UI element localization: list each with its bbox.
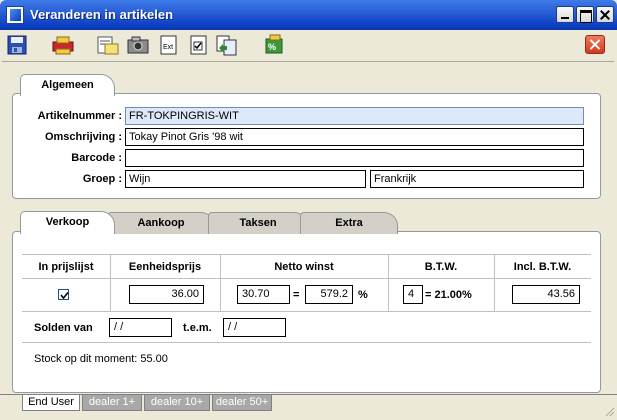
eenheidsprijs-field[interactable]: 36.00	[129, 285, 204, 304]
btw-rate: = 21.00%	[425, 289, 472, 301]
tab-algemeen[interactable]: Algemeen	[20, 74, 115, 96]
barcode-label: Barcode :	[71, 152, 122, 164]
grid-line	[22, 254, 591, 255]
tem-label: t.e.m.	[183, 322, 212, 334]
header-eenheidsprijs: Eenheidsprijs	[128, 261, 202, 273]
netto-winst-pct-field[interactable]: 30.70	[237, 285, 290, 304]
omschrijving-label: Omschrijving :	[44, 131, 122, 143]
header-incl-btw: Incl. B.T.W.	[513, 261, 572, 273]
print-icon[interactable]	[50, 34, 74, 56]
header-in-prijslijst: In prijslijst	[38, 261, 94, 273]
tab-dealer-10-label: dealer 10+	[150, 396, 204, 408]
header-netto-winst: Netto winst	[274, 261, 334, 273]
minimize-button[interactable]	[556, 6, 574, 23]
grid-line	[22, 342, 591, 343]
notes-icon[interactable]	[96, 34, 120, 56]
tab-verkoop-label: Verkoop	[45, 216, 90, 228]
toolbar-separator	[2, 61, 614, 62]
calculator-icon[interactable]: %	[262, 34, 286, 56]
tab-aankoop[interactable]: Aankoop	[107, 212, 215, 234]
tab-dealer-50[interactable]: dealer 50+	[212, 395, 272, 411]
close-icon[interactable]	[585, 35, 605, 54]
tab-taksen[interactable]: Taksen	[208, 212, 308, 234]
tab-end-user-label: End User	[28, 396, 74, 408]
tab-taksen-label: Taksen	[239, 217, 277, 229]
tab-dealer-1-label: dealer 1+	[88, 396, 136, 408]
barcode-field[interactable]	[125, 149, 584, 167]
app-icon	[6, 6, 24, 24]
equals-sign: =	[293, 289, 300, 301]
tab-extra-label: Extra	[335, 217, 363, 229]
grid-line	[22, 311, 591, 312]
toolbar: Ext %	[0, 30, 617, 60]
incl-btw-field[interactable]: 43.56	[512, 285, 580, 304]
solden-van-field[interactable]: / /	[109, 318, 172, 337]
tab-verkoop[interactable]: Verkoop	[20, 211, 115, 234]
tab-algemeen-label: Algemeen	[41, 79, 94, 91]
btw-code-field[interactable]: 4	[403, 285, 423, 304]
tab-extra[interactable]: Extra	[300, 212, 398, 234]
grid-line	[22, 278, 591, 279]
tem-field[interactable]: / /	[223, 318, 286, 337]
solden-van-label: Solden van	[34, 322, 93, 334]
copy-icon[interactable]	[215, 34, 239, 56]
title-bar[interactable]: Veranderen in artikelen	[0, 0, 617, 30]
window-title: Veranderen in artikelen	[30, 7, 174, 22]
artikelnummer-field[interactable]: FR-TOKPINGRIS-WIT	[125, 107, 584, 125]
artikelnummer-label: Artikelnummer :	[37, 110, 122, 122]
close-window-button[interactable]	[596, 6, 614, 23]
tab-end-user[interactable]: End User	[22, 395, 80, 411]
resize-grip-icon[interactable]	[603, 405, 615, 417]
export-icon[interactable]: Ext	[158, 34, 182, 56]
groep-field[interactable]: Wijn	[125, 170, 366, 188]
svg-text:%: %	[268, 42, 276, 52]
stock-text: Stock op dit moment: 55.00	[34, 353, 168, 365]
netto-winst-amount-field[interactable]: 579.2	[305, 285, 353, 304]
svg-text:Ext: Ext	[163, 44, 173, 51]
percent-sign: %	[358, 289, 368, 301]
tab-dealer-10[interactable]: dealer 10+	[144, 395, 210, 411]
tab-dealer-1[interactable]: dealer 1+	[82, 395, 142, 411]
header-btw: B.T.W.	[424, 261, 458, 273]
groep-sub-field[interactable]: Frankrijk	[370, 170, 584, 188]
maximize-button[interactable]	[576, 6, 594, 23]
save-icon[interactable]	[6, 34, 30, 56]
camera-icon[interactable]	[126, 34, 150, 56]
checklist-icon[interactable]	[188, 34, 212, 56]
in-prijslijst-checkbox[interactable]	[58, 289, 69, 300]
omschrijving-field[interactable]: Tokay Pinot Gris '98 wit	[125, 128, 584, 146]
sales-panel	[12, 231, 601, 393]
tab-dealer-50-label: dealer 50+	[215, 396, 269, 408]
groep-label: Groep :	[82, 173, 122, 185]
tab-aankoop-label: Aankoop	[137, 217, 185, 229]
